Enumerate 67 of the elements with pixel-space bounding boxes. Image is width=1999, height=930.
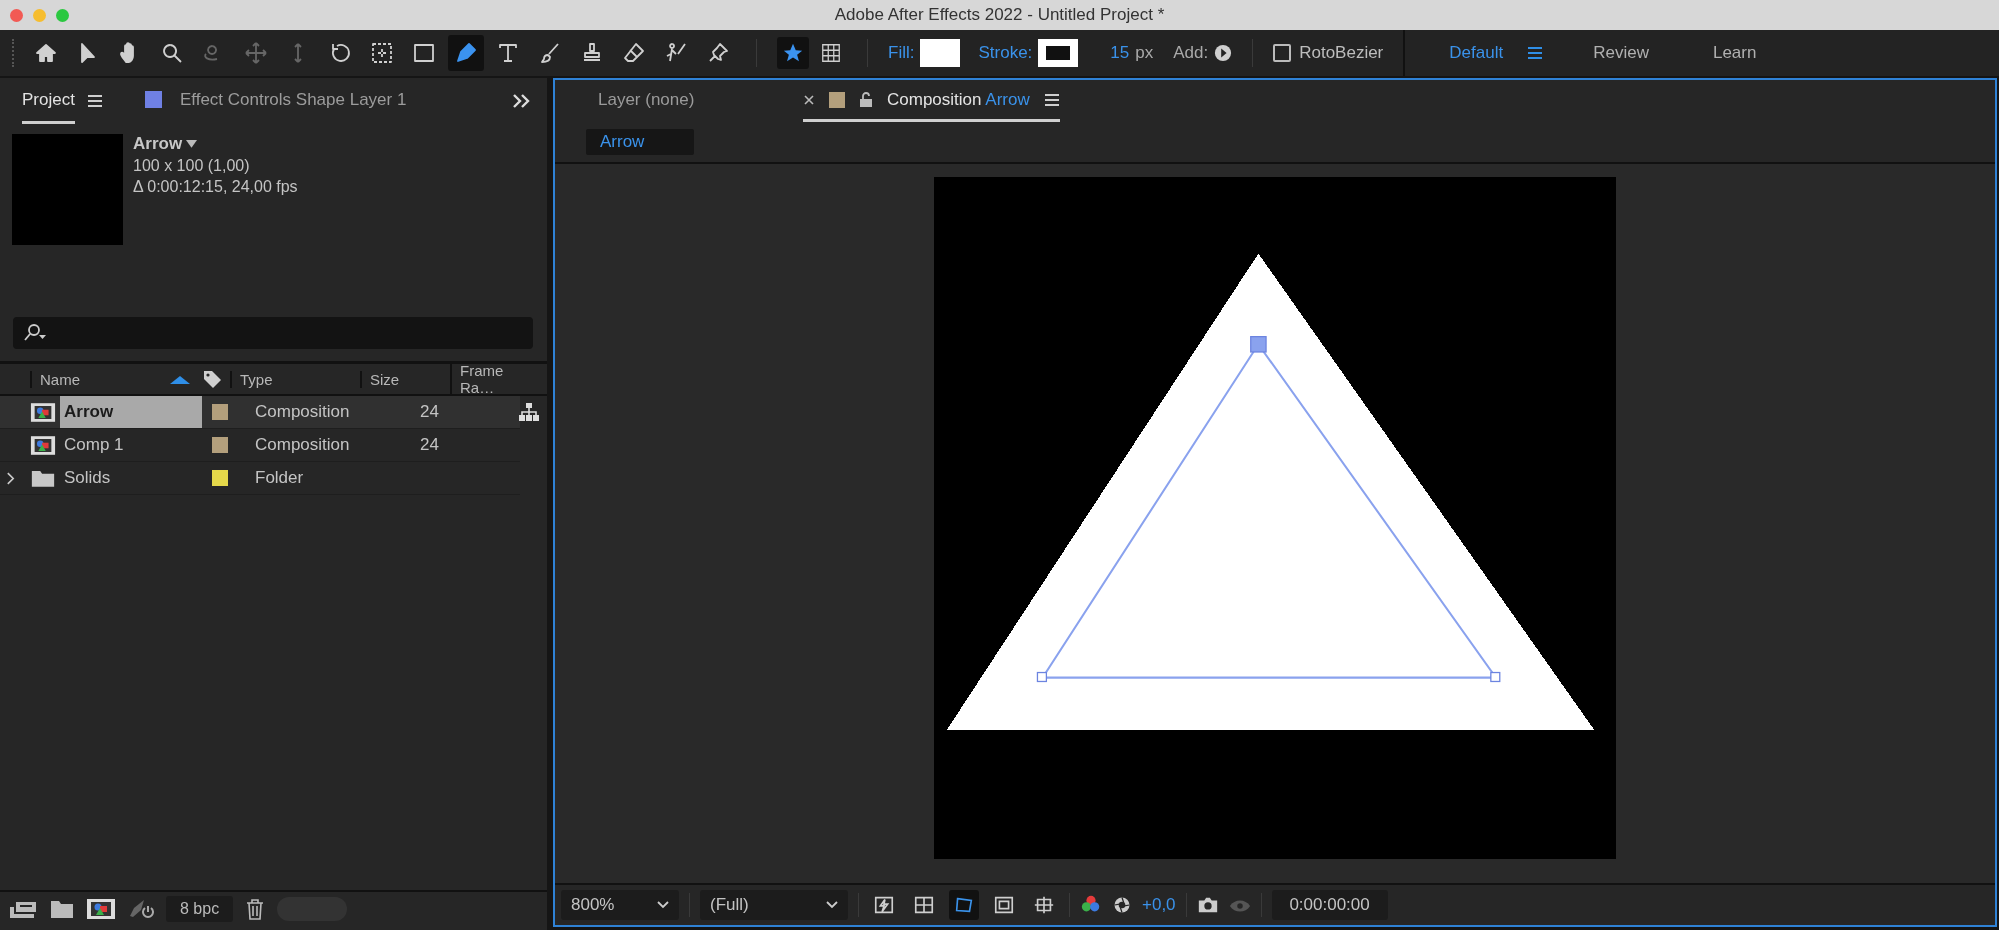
folder-icon[interactable] bbox=[50, 899, 74, 919]
tag-icon[interactable] bbox=[202, 369, 222, 389]
panel-tab[interactable]: Project bbox=[22, 78, 75, 124]
label-swatch[interactable] bbox=[829, 91, 845, 108]
double-chevron-icon[interactable] bbox=[511, 93, 531, 109]
search-icon bbox=[23, 323, 49, 343]
column-header[interactable]: Name bbox=[30, 370, 170, 388]
menu-icon[interactable] bbox=[1527, 46, 1544, 60]
close-icon[interactable] bbox=[803, 93, 815, 106]
workspace-tab[interactable]: Review bbox=[1579, 43, 1663, 63]
flowchart-icon[interactable] bbox=[518, 402, 540, 422]
rotobezier-checkbox[interactable]: RotoBezier bbox=[1273, 43, 1384, 63]
item-dimensions: 100 x 100 (1,00) bbox=[133, 157, 250, 175]
fill-swatch[interactable] bbox=[920, 39, 961, 67]
chevron-down-icon[interactable] bbox=[657, 901, 669, 909]
workspace-tab[interactable]: Learn bbox=[1698, 43, 1771, 63]
fill-label: Fill: bbox=[888, 43, 915, 63]
resolution-dropdown[interactable]: (Full) bbox=[700, 890, 848, 920]
pen-icon[interactable] bbox=[448, 35, 484, 71]
play-circle-icon[interactable] bbox=[1214, 44, 1233, 62]
magnification-dropdown[interactable]: 800% bbox=[561, 890, 679, 920]
chevron-icon[interactable] bbox=[5, 471, 15, 485]
caret-icon[interactable] bbox=[186, 139, 198, 149]
panel-tab[interactable]: Layer (none) bbox=[598, 80, 803, 122]
stroke-width-unit: px bbox=[1135, 43, 1154, 63]
column-header[interactable]: Type bbox=[230, 370, 360, 388]
rocket-power-icon[interactable] bbox=[128, 898, 154, 920]
stroke-width-value[interactable]: 15 bbox=[1110, 43, 1130, 63]
window-title: Adobe After Effects 2022 - Untitled Project * bbox=[834, 5, 1165, 25]
composition-icon bbox=[30, 434, 56, 456]
item-name[interactable]: Arrow bbox=[60, 396, 202, 428]
item-type: Folder bbox=[255, 468, 305, 488]
search-field[interactable] bbox=[13, 317, 533, 349]
panel-tab[interactable]: Composition Arrow bbox=[887, 89, 1030, 110]
trash-icon[interactable] bbox=[245, 898, 266, 920]
item-name[interactable]: Solids bbox=[60, 462, 202, 494]
aperture-icon[interactable] bbox=[1112, 895, 1132, 915]
item-type: Composition bbox=[255, 435, 351, 455]
column-header[interactable]: Size bbox=[360, 370, 450, 388]
item-name[interactable]: Comp 1 bbox=[60, 429, 202, 461]
menu-icon[interactable] bbox=[1043, 92, 1060, 107]
label-swatch[interactable] bbox=[212, 437, 228, 453]
mask-path-icon[interactable] bbox=[949, 890, 979, 920]
sort-arrow-icon[interactable] bbox=[170, 374, 190, 384]
composition-icon[interactable] bbox=[86, 898, 116, 920]
workspace-tab[interactable]: Default bbox=[1435, 43, 1518, 63]
bit-depth-button[interactable]: 8 bpc bbox=[166, 896, 234, 922]
item-duration: Δ 0:00:12:15, 24,00 fps bbox=[133, 178, 298, 196]
stroke-label: Stroke: bbox=[978, 43, 1033, 63]
item-type: Composition bbox=[255, 402, 351, 422]
item-name[interactable]: Arrow bbox=[133, 134, 198, 154]
item-frame-rate: 24 bbox=[420, 435, 440, 455]
chevron-down-icon[interactable] bbox=[826, 901, 838, 909]
exposure-value[interactable]: +0,0 bbox=[1142, 895, 1176, 915]
label-swatch[interactable] bbox=[212, 470, 228, 486]
composition-icon bbox=[30, 401, 56, 423]
item-frame-rate: 24 bbox=[420, 402, 440, 422]
panel-tab[interactable]: Effect Controls Shape Layer 1 bbox=[144, 78, 407, 124]
add-label: Add: bbox=[1173, 43, 1209, 63]
menu-icon[interactable] bbox=[86, 94, 103, 108]
stroke-swatch[interactable] bbox=[1038, 39, 1079, 67]
timecode-field[interactable]: 0:00:00:00 bbox=[1271, 890, 1388, 920]
label-swatch[interactable] bbox=[212, 404, 228, 420]
lock-open-icon[interactable] bbox=[859, 91, 873, 108]
shape-path[interactable] bbox=[1036, 336, 1501, 683]
breadcrumb[interactable]: Arrow bbox=[586, 129, 695, 155]
camera-icon[interactable] bbox=[1196, 895, 1219, 915]
